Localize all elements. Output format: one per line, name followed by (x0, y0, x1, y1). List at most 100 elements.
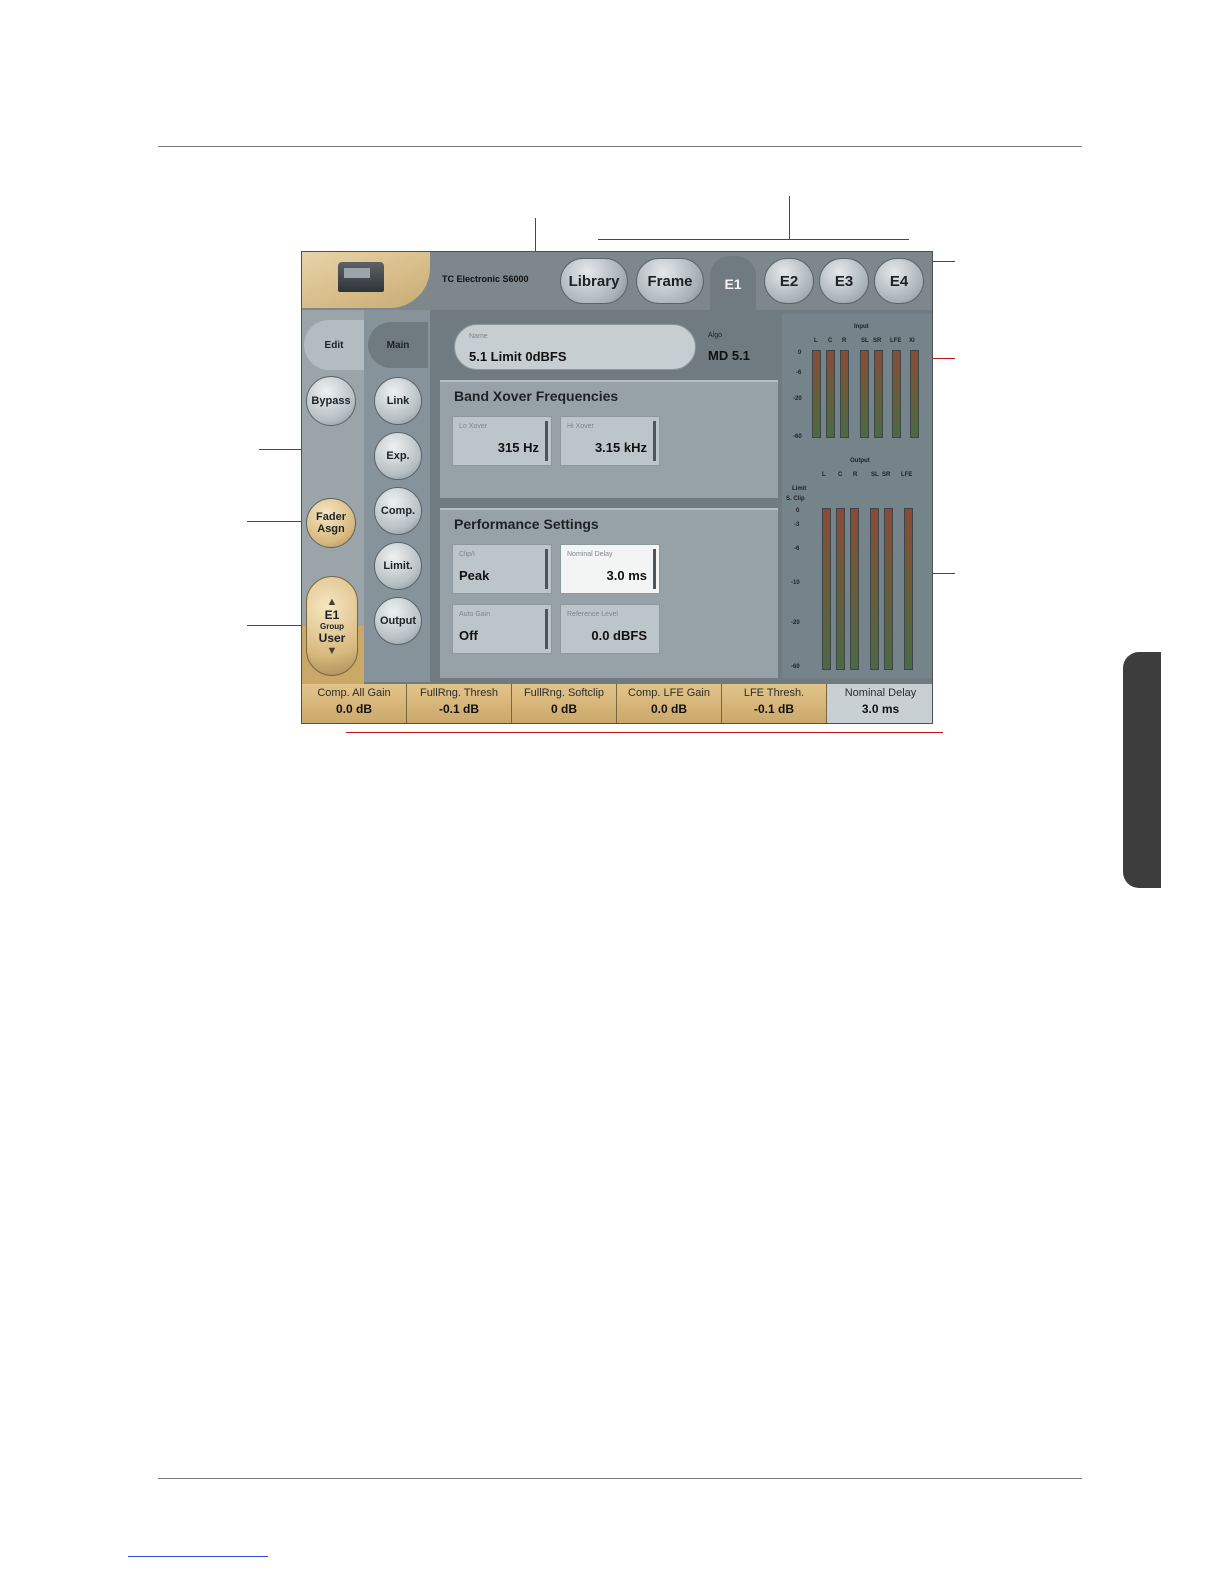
reference-level-param[interactable]: Reference Level 0.0 dBFS (560, 604, 660, 654)
performance-title: Performance Settings (454, 516, 599, 532)
preset-name-field[interactable]: Name 5.1 Limit 0dBFS (454, 324, 696, 370)
subnav-output[interactable]: Output (374, 597, 422, 645)
input-scale-20: -20 (793, 396, 802, 402)
input-meter-sl (860, 350, 869, 438)
subnav-main[interactable]: Main (368, 322, 428, 368)
footer-value: 0 dB (550, 702, 577, 716)
input-ch-sl: SL (861, 338, 869, 344)
tab-e3[interactable]: E3 (819, 258, 869, 304)
output-scale-60: -60 (791, 664, 800, 670)
chevron-down-icon[interactable]: ▼ (327, 645, 338, 657)
group-user: User (318, 630, 346, 645)
footer-lfe-thresh[interactable]: LFE Thresh. -0.1 dB (722, 684, 827, 723)
tab-e1[interactable]: E1 (710, 256, 756, 312)
subnav-comp[interactable]: Comp. (374, 487, 422, 535)
bottom-rule (158, 1478, 1082, 1479)
hi-xover-slider[interactable] (653, 421, 656, 461)
hi-xover-label: Hi Xover (567, 423, 594, 430)
fader-footer: Comp. All Gain 0.0 dB FullRng. Thresh -0… (302, 684, 932, 723)
input-scale-6: -6 (796, 370, 802, 376)
lo-xover-label: Lo Xover (459, 423, 488, 430)
footer-value: -0.1 dB (438, 702, 479, 716)
auto-gain-label: Auto Gain (459, 611, 491, 618)
clip-label: Clip/I (459, 551, 475, 558)
tab-library[interactable]: Library (560, 258, 628, 304)
lo-xover-value: 315 Hz (497, 440, 539, 455)
output-meter-sl (870, 508, 879, 670)
nominal-delay-slider[interactable] (653, 549, 656, 589)
callout-group (247, 625, 309, 626)
output-meter-c (836, 508, 845, 670)
bypass-button[interactable]: Bypass (306, 376, 356, 426)
group-selector[interactable]: ▲ E1 Group User ▼ (306, 576, 358, 676)
footer-label: Comp. LFE Gain (628, 687, 710, 699)
auto-gain-param[interactable]: Auto Gain Off (452, 604, 552, 654)
auto-gain-slider[interactable] (545, 609, 548, 649)
frame-logo[interactable] (302, 252, 430, 308)
fader-assign-button[interactable]: Fader Asgn (306, 498, 356, 548)
footer-nominal-delay[interactable]: Nominal Delay 3.0 ms (827, 684, 932, 723)
output-ch-sr: SR (882, 472, 891, 478)
output-ch-c: C (838, 472, 843, 478)
subnav-exp[interactable]: Exp. (374, 432, 422, 480)
footer-fullrng-thresh[interactable]: FullRng. Thresh -0.1 dB (407, 684, 512, 723)
footer-link-underline (128, 1556, 268, 1557)
footer-value: 3.0 ms (861, 702, 900, 716)
xover-title: Band Xover Frequencies (454, 388, 619, 404)
footer-comp-all-gain[interactable]: Comp. All Gain 0.0 dB (302, 684, 407, 723)
nominal-delay-param[interactable]: Nominal Delay 3.0 ms (560, 544, 660, 594)
input-meter-title: Input (854, 324, 869, 330)
section-thumb-tab (1123, 652, 1161, 888)
footer-comp-lfe-gain[interactable]: Comp. LFE Gain 0.0 dB (617, 684, 722, 723)
callout-tabs-v (789, 196, 790, 240)
preset-name-value: 5.1 Limit 0dBFS (469, 349, 567, 364)
footer-label: FullRng. Softclip (523, 687, 605, 699)
footer-label: FullRng. Thresh (419, 687, 499, 699)
clip-slider[interactable] (545, 549, 548, 589)
callout-footer (346, 732, 943, 733)
output-meter-sr (884, 508, 893, 670)
input-ch-r: R (842, 338, 847, 344)
output-meter-lfe (904, 508, 913, 670)
clip-param[interactable]: Clip/I Peak (452, 544, 552, 594)
hi-xover-value: 3.15 kHz (594, 440, 647, 455)
tab-e2[interactable]: E2 (764, 258, 814, 304)
input-scale-0: 0 (798, 350, 802, 356)
chevron-up-icon[interactable]: ▲ (327, 596, 338, 608)
lo-xover-slider[interactable] (545, 421, 548, 461)
algo-label: Algo (708, 332, 723, 339)
brand-label: TC Electronic S6000 (442, 274, 529, 284)
output-scale-3: -3 (794, 522, 800, 528)
footer-value: -0.1 dB (753, 702, 794, 716)
subnav-link[interactable]: Link (374, 377, 422, 425)
auto-gain-value: Off (459, 628, 478, 643)
footer-fullrng-softclip[interactable]: FullRng. Softclip 0 dB (512, 684, 617, 723)
nominal-delay-value: 3.0 ms (606, 568, 647, 583)
nominal-delay-label: Nominal Delay (567, 551, 613, 558)
xover-panel: Band Xover Frequencies Lo Xover 315 Hz H… (440, 380, 778, 498)
footer-value: 0.0 dB (335, 702, 372, 716)
input-meter-xl (910, 350, 919, 438)
callout-tabs-h (598, 239, 909, 240)
preset-name-label: Name (469, 333, 488, 340)
tab-e4[interactable]: E4 (874, 258, 924, 304)
edit-button[interactable]: Edit (304, 320, 364, 370)
hi-xover-param[interactable]: Hi Xover 3.15 kHz (560, 416, 660, 466)
algo-value: MD 5.1 (708, 348, 750, 363)
input-meter-r (840, 350, 849, 438)
footer-label: LFE Thresh. (743, 687, 805, 699)
subnav-limit[interactable]: Limit. (374, 542, 422, 590)
output-ch-l: L (822, 472, 826, 478)
output-scale-20: -20 (791, 620, 800, 626)
input-ch-xl: Xl (909, 338, 915, 344)
output-scale-10: -10 (791, 580, 800, 586)
output-scale-0: 0 (796, 508, 800, 514)
callout-fader (247, 521, 309, 522)
meters-area: Input L C R SL SR LFE Xl 0 -6 -20 -60 Ou… (782, 314, 932, 678)
footer-value: 0.0 dB (650, 702, 687, 716)
tab-frame[interactable]: Frame (636, 258, 704, 304)
input-ch-l: L (814, 338, 818, 344)
header-bar: TC Electronic S6000 Library Frame E1 E2 … (302, 252, 932, 312)
input-ch-lfe: LFE (890, 338, 902, 344)
lo-xover-param[interactable]: Lo Xover 315 Hz (452, 416, 552, 466)
